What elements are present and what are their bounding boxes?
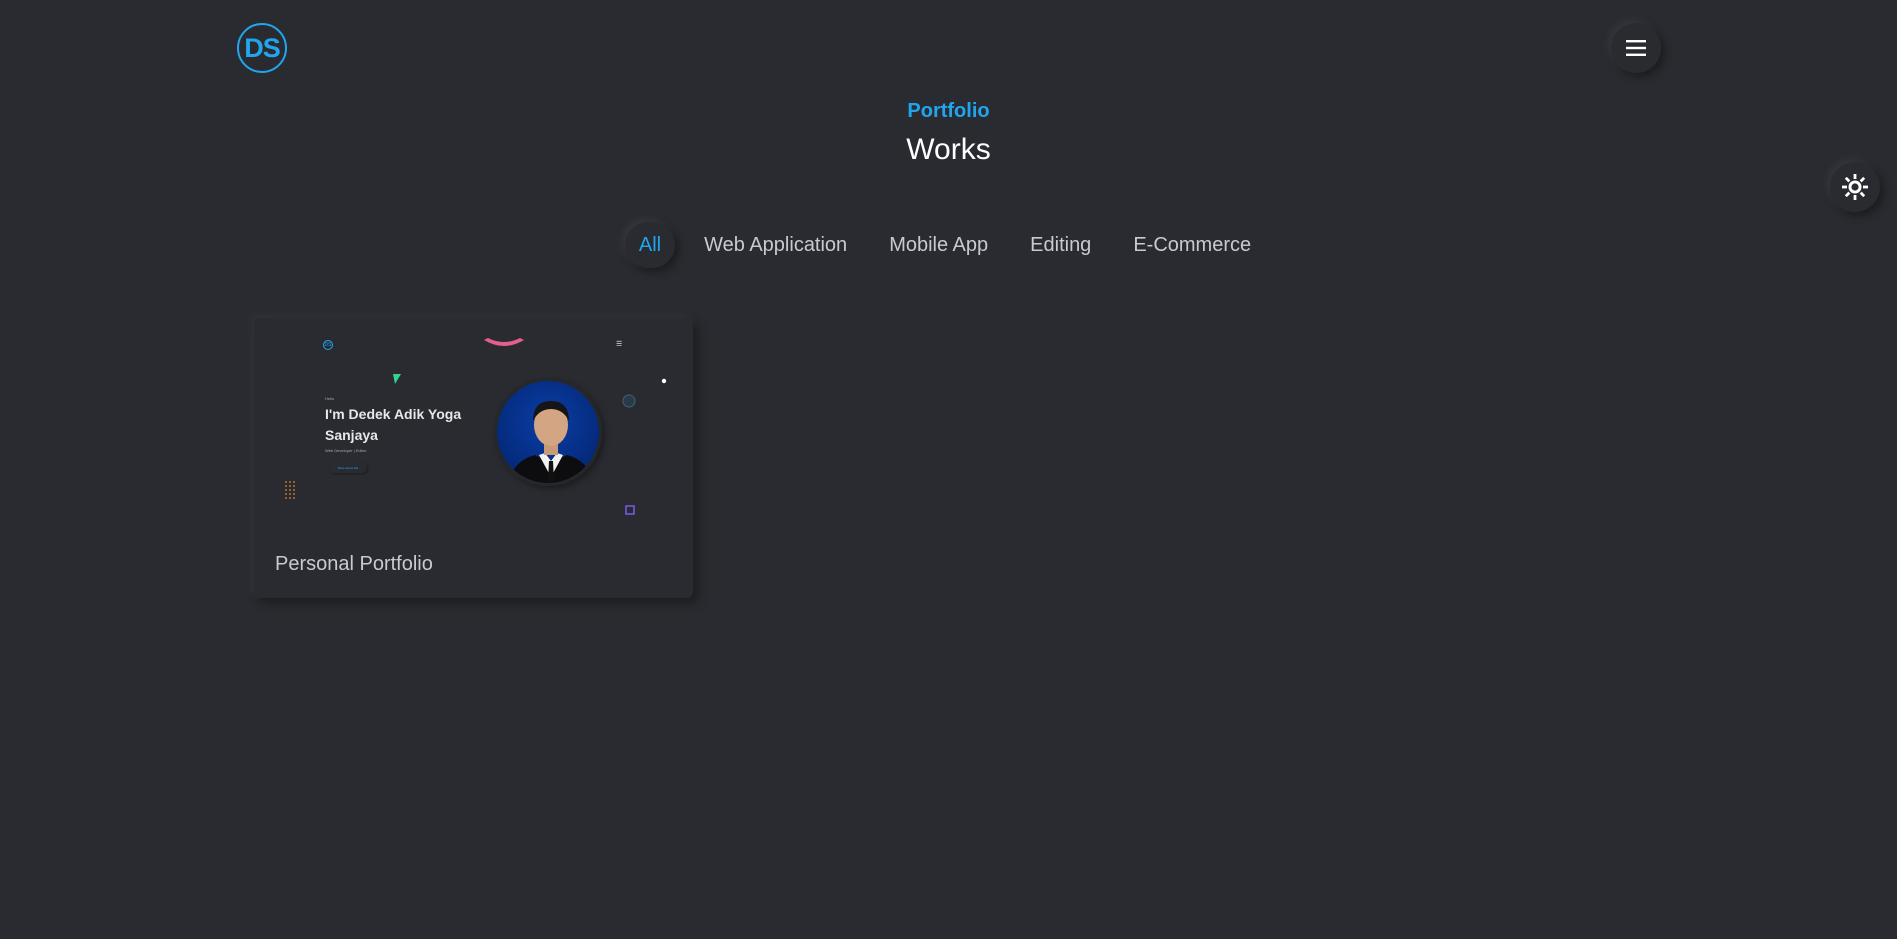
sun-icon [1842, 174, 1868, 200]
green-triangle [393, 374, 401, 384]
work-card-personal-portfolio[interactable]: DS ☰ Hello I'm Dedek Adik Yoga Sanjaya W… [254, 318, 693, 598]
preview-logo: DS [323, 340, 333, 350]
profile-photo [494, 378, 602, 486]
teal-dot [622, 394, 636, 408]
section-title: Works [906, 133, 991, 166]
preview-button: More About Me [329, 463, 367, 473]
section-subtitle: Portfolio [907, 100, 990, 122]
menu-button[interactable] [1611, 23, 1661, 73]
section-header: Portfolio Works [0, 100, 1897, 167]
work-filters: All Web Application Mobile App Editing E… [0, 222, 1897, 268]
filter-e-commerce[interactable]: E-Commerce [1112, 222, 1272, 268]
filter-web-application[interactable]: Web Application [683, 222, 868, 268]
theme-toggle-button[interactable] [1830, 162, 1880, 212]
orange-dots [285, 481, 295, 499]
preview-hello: Hello [325, 396, 335, 401]
hamburger-menu-icon [1626, 40, 1646, 56]
white-dot [661, 378, 667, 384]
preview-menu-icon: ☰ [616, 341, 623, 348]
work-card-title: Personal Portfolio [275, 553, 433, 575]
pink-shape [484, 338, 524, 346]
brand-logo-text: DS [244, 32, 281, 63]
filter-mobile-app[interactable]: Mobile App [868, 222, 1009, 268]
preview-role: Web Developer | Editor [325, 448, 367, 453]
purple-square [625, 505, 635, 515]
work-card-thumbnail: DS ☰ Hello I'm Dedek Adik Yoga Sanjaya W… [254, 318, 693, 528]
filter-editing[interactable]: Editing [1009, 222, 1112, 268]
page: DS Portfolio Works All Web Application M… [0, 0, 1897, 939]
brand-logo[interactable]: DS [237, 23, 287, 73]
preview-name: I'm Dedek Adik Yoga Sanjaya [325, 406, 462, 443]
filter-all[interactable]: All [624, 222, 676, 268]
